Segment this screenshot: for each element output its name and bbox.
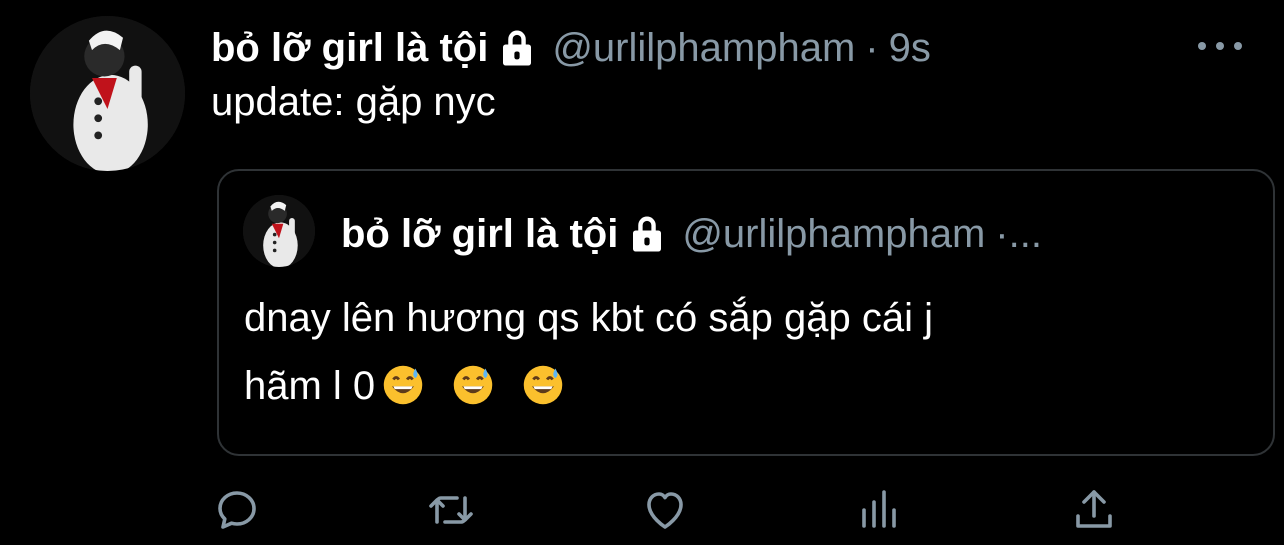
quoted-avatar-image [243, 195, 315, 267]
timestamp[interactable]: 9s [889, 26, 931, 71]
retweet-icon[interactable] [427, 486, 475, 534]
grinning-face-with-sweat-emoji [521, 360, 565, 405]
heart-icon[interactable] [641, 486, 689, 534]
quoted-display-name: bỏ lỡ girl là tội [341, 211, 619, 256]
grinning-face-with-sweat-emoji [451, 360, 495, 405]
username-handle[interactable]: @urlilphampham [552, 26, 855, 71]
analytics-icon[interactable] [856, 486, 904, 534]
quoted-text-line-2: hãm l 0 [244, 352, 1244, 420]
quoted-username-handle: @urlilphampham [682, 211, 986, 256]
more-options-icon[interactable] [1198, 34, 1242, 58]
share-icon[interactable] [1070, 486, 1118, 534]
tweet-actions-bar [0, 480, 1284, 540]
quoted-tweet-header: bỏ lỡ girl là tội @urlilphampham ·... [341, 208, 1042, 260]
quoted-text-line-1: dnay lên hương qs kbt có sắp gặp cái j [244, 296, 933, 340]
tweet-header: bỏ lỡ girl là tội @urlilphampham · 9s [211, 22, 931, 74]
quoted-tweet-text: dnay lên hương qs kbt có sắp gặp cái j h… [244, 284, 1244, 420]
quoted-text-line-2-text: hãm l 0 [244, 364, 376, 408]
avatar[interactable] [30, 16, 185, 171]
display-name[interactable]: bỏ lỡ girl là tội [211, 26, 488, 71]
lock-icon [496, 27, 538, 69]
quoted-header-truncation: ·... [995, 211, 1042, 256]
quoted-avatar [243, 195, 315, 267]
grinning-face-with-sweat-emoji [381, 360, 425, 405]
separator-dot: · [865, 25, 879, 70]
avatar-image [30, 16, 185, 171]
tweet-text: update: gặp nyc [211, 80, 496, 124]
lock-icon [626, 213, 668, 255]
reply-icon[interactable] [213, 486, 261, 534]
